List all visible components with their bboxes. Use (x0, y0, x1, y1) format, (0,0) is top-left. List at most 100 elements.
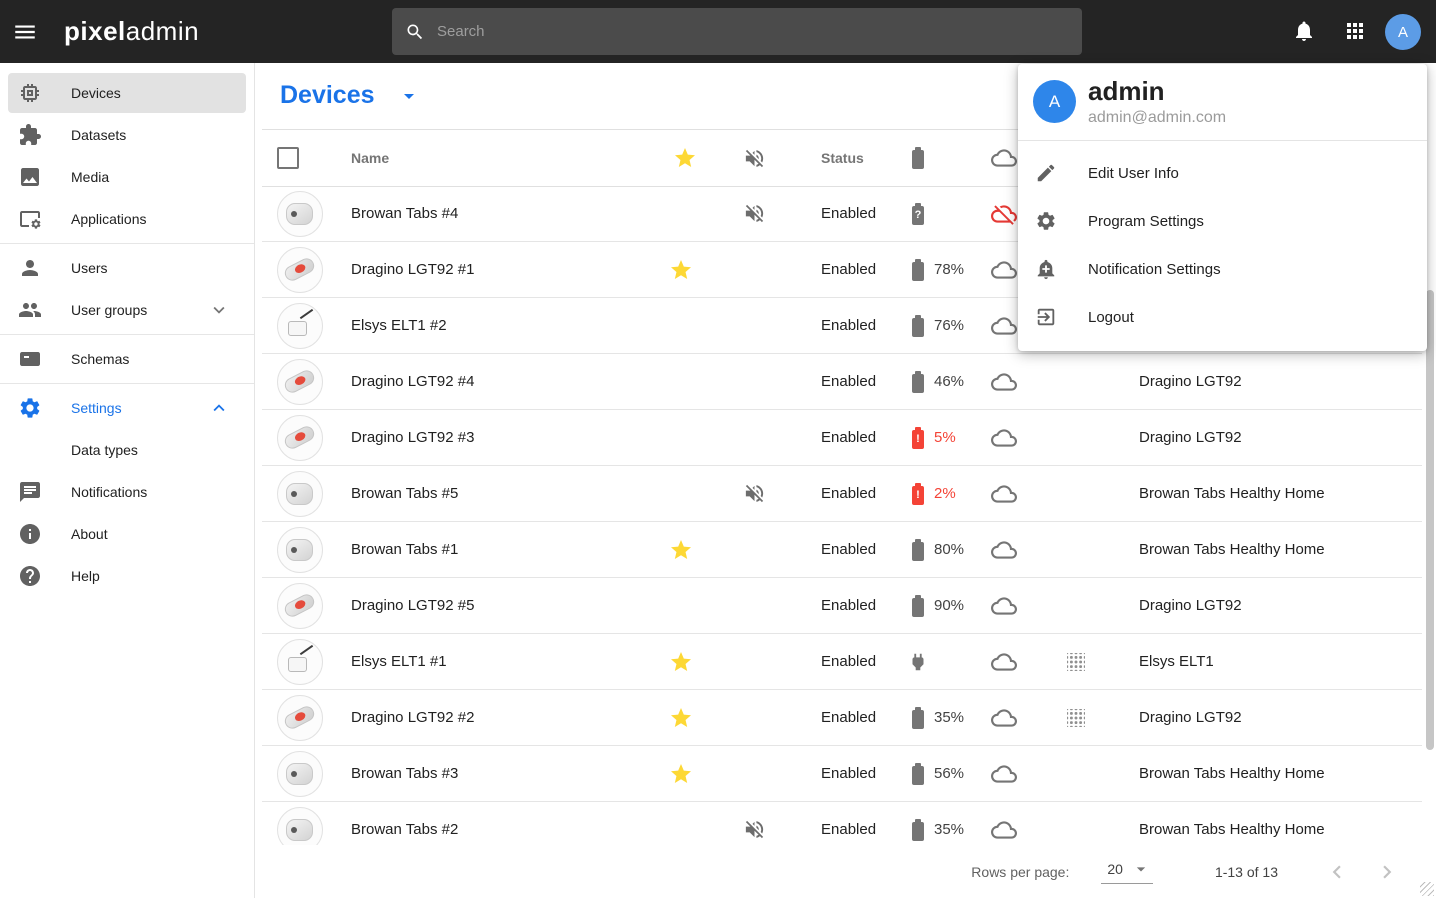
menu-item-notification-settings[interactable]: Notification Settings (1018, 245, 1427, 293)
menu-item-label: Edit User Info (1088, 165, 1179, 182)
device-type: Dragino LGT92 (1139, 578, 1242, 633)
group-icon (18, 298, 42, 322)
avatar: A (1033, 80, 1076, 123)
mute-column-icon[interactable] (743, 147, 766, 170)
table-row[interactable]: Dragino LGT92 #3Enabled!5%Dragino LGT92 (262, 410, 1422, 466)
device-name[interactable]: Elsys ELT1 #2 (351, 298, 447, 353)
sidebar-item-media[interactable]: Media (8, 157, 246, 197)
star-icon[interactable] (669, 538, 693, 562)
sidebar-item-datasets[interactable]: Datasets (8, 115, 246, 155)
battery-icon: ! (911, 483, 925, 505)
app-logo-bold: pixel (64, 16, 126, 46)
battery-column-icon[interactable] (911, 147, 925, 169)
pagination-bar: Rows per page: 20 1-13 of 13 (262, 845, 1422, 898)
table-row[interactable]: Browan Tabs #2Enabled35%Browan Tabs Heal… (262, 802, 1422, 845)
sidebar-item-users[interactable]: Users (8, 248, 246, 288)
device-name[interactable]: Browan Tabs #3 (351, 746, 458, 801)
menu-item-edit-user-info[interactable]: Edit User Info (1018, 149, 1427, 197)
sidebar-item-notifications[interactable]: Notifications (8, 472, 246, 512)
table-row[interactable]: Dragino LGT92 #4Enabled46%Dragino LGT92 (262, 354, 1422, 410)
table-row[interactable]: Browan Tabs #3Enabled56%Browan Tabs Heal… (262, 746, 1422, 802)
extension-icon (18, 123, 42, 147)
device-name[interactable]: Browan Tabs #5 (351, 466, 458, 521)
device-name[interactable]: Browan Tabs #2 (351, 802, 458, 845)
sidebar-item-help[interactable]: Help (8, 556, 246, 596)
cloud-icon (991, 481, 1017, 507)
cloud-icon (991, 257, 1017, 283)
battery-percent: 90% (934, 597, 964, 614)
sidebar-item-data-types[interactable]: Data types (8, 430, 246, 470)
power-plug-icon (907, 651, 929, 673)
menu-item-program-settings[interactable]: Program Settings (1018, 197, 1427, 245)
device-status: Enabled (821, 746, 876, 801)
rows-per-page-value: 20 (1107, 861, 1123, 877)
sidebar-item-user-groups[interactable]: User groups (8, 290, 246, 330)
battery-icon: ! (911, 427, 925, 449)
table-row[interactable]: Browan Tabs #1Enabled80%Browan Tabs Heal… (262, 522, 1422, 578)
rows-per-page-select[interactable]: 20 (1101, 859, 1153, 884)
volume-off-icon (743, 202, 766, 225)
previous-page-button[interactable] (1324, 859, 1350, 885)
device-status: Enabled (821, 578, 876, 633)
device-name[interactable]: Browan Tabs #1 (351, 522, 458, 577)
device-name[interactable]: Dragino LGT92 #4 (351, 354, 474, 409)
menu-icon[interactable] (12, 19, 38, 45)
search-input[interactable] (435, 22, 1082, 41)
device-type: Browan Tabs Healthy Home (1139, 802, 1325, 845)
device-thumbnail (277, 639, 323, 685)
app-gear-icon (18, 207, 42, 231)
star-icon[interactable] (669, 762, 693, 786)
table-row[interactable]: Browan Tabs #5Enabled!2%Browan Tabs Heal… (262, 466, 1422, 522)
cloud-icon (991, 537, 1017, 563)
window-resize-grip[interactable] (1420, 882, 1434, 896)
device-status: Enabled (821, 242, 876, 297)
menu-item-logout[interactable]: Logout (1018, 293, 1427, 341)
column-header-name[interactable]: Name (351, 130, 389, 186)
select-all-checkbox[interactable] (277, 147, 299, 169)
device-type: Dragino LGT92 (1139, 410, 1242, 465)
column-header-status[interactable]: Status (821, 130, 864, 186)
cloud-icon (991, 593, 1017, 619)
star-column-icon[interactable] (673, 146, 697, 170)
sidebar-item-about[interactable]: About (8, 514, 246, 554)
menu-item-label: Notification Settings (1088, 261, 1221, 278)
device-name[interactable]: Dragino LGT92 #2 (351, 690, 474, 745)
cloud-icon (991, 425, 1017, 451)
avatar[interactable]: A (1385, 14, 1421, 50)
sidebar-item-schemas[interactable]: Schemas (8, 339, 246, 379)
search-icon (405, 22, 425, 42)
user-email: admin@admin.com (1088, 109, 1226, 127)
device-name[interactable]: Browan Tabs #4 (351, 186, 458, 241)
search-bar[interactable] (392, 8, 1082, 55)
star-icon[interactable] (669, 258, 693, 282)
device-name[interactable]: Elsys ELT1 #1 (351, 634, 447, 689)
device-thumbnail (277, 415, 323, 461)
cloud-off-icon (991, 201, 1017, 227)
device-status: Enabled (821, 186, 876, 241)
star-icon[interactable] (669, 706, 693, 730)
apps-grid-icon[interactable] (1343, 19, 1369, 45)
device-name[interactable]: Dragino LGT92 #1 (351, 242, 474, 297)
next-page-button[interactable] (1374, 859, 1400, 885)
device-type: Elsys ELT1 (1139, 634, 1214, 689)
sidebar-item-label: Settings (71, 400, 122, 416)
page-title-dropdown[interactable]: Devices (280, 81, 421, 110)
vertical-scrollbar[interactable] (1426, 290, 1434, 750)
table-row[interactable]: Dragino LGT92 #2Enabled35%Dragino LGT92 (262, 690, 1422, 746)
sidebar-item-applications[interactable]: Applications (8, 199, 246, 239)
divider (0, 383, 254, 384)
sidebar-item-devices[interactable]: Devices (8, 73, 246, 113)
sidebar-item-label: Data types (71, 442, 138, 458)
table-row[interactable]: Dragino LGT92 #5 Enabled 90% Dragino LGT92 (262, 578, 1422, 634)
device-name[interactable]: Dragino LGT92 #5 (351, 578, 474, 633)
grain-icon (1067, 653, 1085, 671)
star-icon[interactable] (669, 650, 693, 674)
table-row[interactable]: Elsys ELT1 #1EnabledElsys ELT1 (262, 634, 1422, 690)
cloud-column-icon[interactable] (991, 145, 1017, 171)
battery-percent: 35% (934, 709, 964, 726)
cloud-icon (991, 705, 1017, 731)
divider (0, 334, 254, 335)
sidebar-item-settings[interactable]: Settings (8, 388, 246, 428)
bell-icon[interactable] (1292, 19, 1318, 45)
device-name[interactable]: Dragino LGT92 #3 (351, 410, 474, 465)
